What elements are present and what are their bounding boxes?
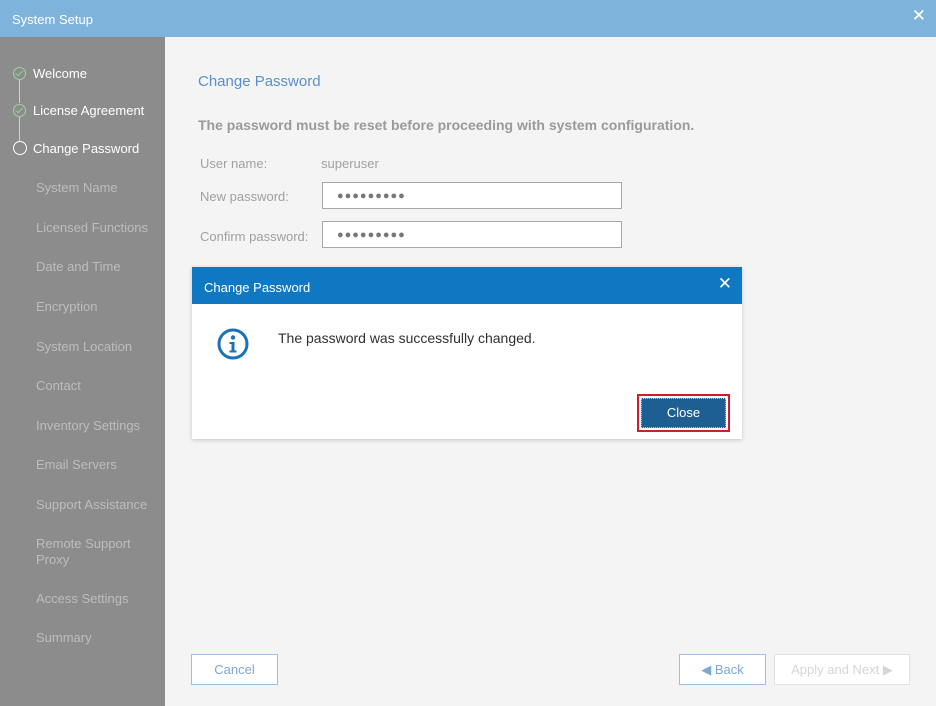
step-label: Remote Support Proxy bbox=[36, 536, 131, 567]
step-label: Summary bbox=[36, 630, 92, 645]
apply-and-next-button[interactable]: Apply and Next ▶ bbox=[774, 654, 910, 685]
close-icon[interactable]: ✕ bbox=[718, 274, 732, 294]
confirm-password-field[interactable]: ●●●●●●●●● bbox=[322, 221, 622, 248]
close-button[interactable]: Close bbox=[641, 398, 726, 428]
step-label: System Name bbox=[36, 180, 118, 195]
setup-steps-sidebar: Welcome License Agreement Change Passwor… bbox=[0, 37, 165, 706]
close-icon[interactable]: ✕ bbox=[912, 6, 926, 26]
step-label: Date and Time bbox=[36, 259, 121, 274]
title-bar: System Setup ✕ bbox=[0, 0, 936, 37]
new-password-label: New password: bbox=[200, 189, 289, 204]
step-connector bbox=[19, 80, 20, 103]
step-connector bbox=[19, 117, 20, 141]
check-circle-icon bbox=[13, 67, 26, 80]
instruction-text: The password must be reset before procee… bbox=[198, 117, 695, 133]
dialog-message: The password was successfully changed. bbox=[278, 330, 536, 346]
step-label: System Location bbox=[36, 339, 133, 354]
cancel-button[interactable]: Cancel bbox=[191, 654, 278, 685]
username-value: superuser bbox=[321, 156, 379, 171]
new-password-field[interactable]: ●●●●●●●●● bbox=[322, 182, 622, 209]
check-circle-icon bbox=[13, 104, 26, 117]
step-label: Email Servers bbox=[36, 457, 117, 472]
back-button[interactable]: ◀ Back bbox=[679, 654, 766, 685]
confirm-password-label: Confirm password: bbox=[200, 229, 309, 244]
step-label: Change Password bbox=[33, 141, 140, 156]
ring-icon bbox=[13, 141, 27, 155]
dialog-title: Change Password bbox=[204, 280, 311, 295]
step-label: Support Assistance bbox=[36, 497, 148, 512]
username-label: User name: bbox=[200, 156, 268, 171]
window-title: System Setup bbox=[12, 12, 93, 27]
step-label: Contact bbox=[36, 378, 81, 393]
page-title: Change Password bbox=[198, 73, 321, 90]
change-password-dialog: Change Password ✕ The password was succe… bbox=[192, 267, 742, 439]
step-label: Access Settings bbox=[36, 591, 129, 606]
step-label: License Agreement bbox=[33, 103, 145, 118]
step-label: Encryption bbox=[36, 299, 98, 314]
dialog-header: Change Password ✕ bbox=[192, 267, 742, 304]
step-label: Welcome bbox=[33, 66, 87, 81]
info-icon bbox=[217, 328, 249, 360]
step-label: Inventory Settings bbox=[36, 418, 141, 433]
step-label: Licensed Functions bbox=[36, 220, 149, 235]
